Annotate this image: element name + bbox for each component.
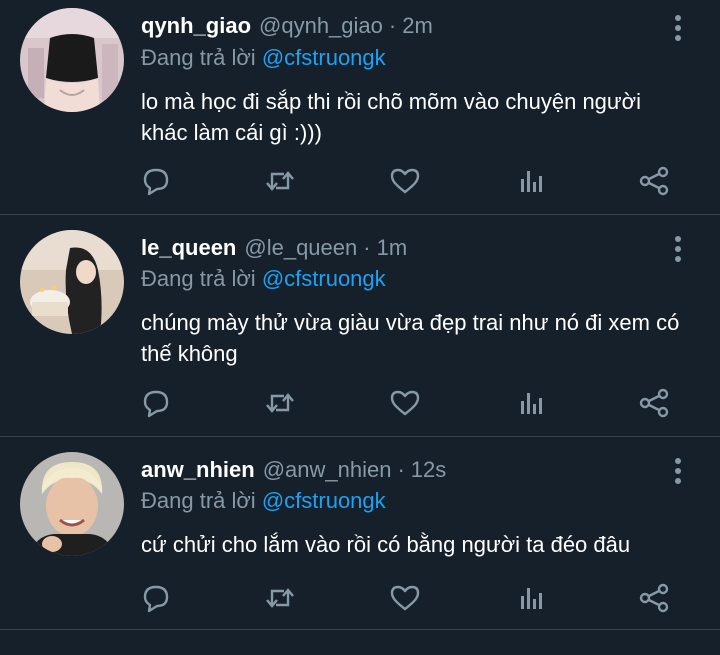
mention-link[interactable]: @cfstruongk xyxy=(262,488,386,513)
timestamp[interactable]: 1m xyxy=(377,235,408,261)
analytics-icon[interactable] xyxy=(515,387,547,419)
tweet-actions xyxy=(0,165,720,197)
like-icon[interactable] xyxy=(389,387,421,419)
tweet-header: le_queen @le_queen · 1m xyxy=(141,235,407,265)
more-options-icon[interactable] xyxy=(668,235,688,263)
retweet-icon[interactable] xyxy=(264,165,296,197)
separator-dot: · xyxy=(363,235,371,260)
user-handle[interactable]: @anw_nhien xyxy=(263,457,392,483)
tweet[interactable]: le_queen @le_queen · 1m Đang trả lời @cf… xyxy=(0,215,720,435)
reply-feed: qynh_giao @qynh_giao · 2m Đang trả lời @… xyxy=(0,0,720,655)
user-handle[interactable]: @le_queen xyxy=(244,235,357,261)
like-icon[interactable] xyxy=(389,165,421,197)
reply-prefix: Đang trả lời xyxy=(141,45,256,70)
like-icon[interactable] xyxy=(389,582,421,614)
tweet[interactable]: qynh_giao @qynh_giao · 2m Đang trả lời @… xyxy=(0,0,720,214)
timestamp[interactable]: 2m xyxy=(402,13,433,39)
analytics-icon[interactable] xyxy=(515,165,547,197)
avatar[interactable] xyxy=(20,8,124,112)
tweet-header: anw_nhien @anw_nhien · 12s xyxy=(141,457,446,487)
tweet-header: qynh_giao @qynh_giao · 2m xyxy=(141,13,433,43)
reply-context: Đang trả lời @cfstruongk xyxy=(141,488,386,514)
retweet-icon[interactable] xyxy=(264,582,296,614)
more-options-icon[interactable] xyxy=(668,14,688,42)
mention-link[interactable]: @cfstruongk xyxy=(262,45,386,70)
avatar[interactable] xyxy=(20,452,124,556)
reply-icon[interactable] xyxy=(140,387,172,419)
tweet-text: cứ chửi cho lắm vào rồi có bằng người ta… xyxy=(141,532,631,557)
mention-link[interactable]: @cfstruongk xyxy=(262,266,386,291)
reply-prefix: Đang trả lời xyxy=(141,266,256,291)
more-options-icon[interactable] xyxy=(668,457,688,485)
user-handle[interactable]: @qynh_giao xyxy=(259,13,383,39)
tweet-actions xyxy=(0,387,720,419)
display-name[interactable]: qynh_giao xyxy=(141,13,251,39)
reply-icon[interactable] xyxy=(140,165,172,197)
reply-context: Đang trả lời @cfstruongk xyxy=(141,45,386,71)
reply-context: Đang trả lời @cfstruongk xyxy=(141,266,386,292)
tweet-actions xyxy=(0,582,720,614)
retweet-icon[interactable] xyxy=(264,387,296,419)
separator-dot: · xyxy=(388,13,397,38)
tweet[interactable]: anw_nhien @anw_nhien · 12s Đang trả lời … xyxy=(0,437,720,629)
share-icon[interactable] xyxy=(638,165,670,197)
reply-prefix: Đang trả lời xyxy=(141,488,256,513)
reply-icon[interactable] xyxy=(140,582,172,614)
analytics-icon[interactable] xyxy=(515,582,547,614)
divider xyxy=(0,629,720,630)
display-name[interactable]: anw_nhien xyxy=(141,457,255,483)
timestamp[interactable]: 12s xyxy=(411,457,446,483)
tweet-text: lo mà học đi sắp thi rồi chõ mõm vào chu… xyxy=(141,89,641,145)
tweet-text: chúng mày thử vừa giàu vừa đẹp trai như … xyxy=(141,310,680,366)
avatar[interactable] xyxy=(20,230,124,334)
share-icon[interactable] xyxy=(638,387,670,419)
separator-dot: · xyxy=(397,457,405,482)
display-name[interactable]: le_queen xyxy=(141,235,236,261)
share-icon[interactable] xyxy=(638,582,670,614)
